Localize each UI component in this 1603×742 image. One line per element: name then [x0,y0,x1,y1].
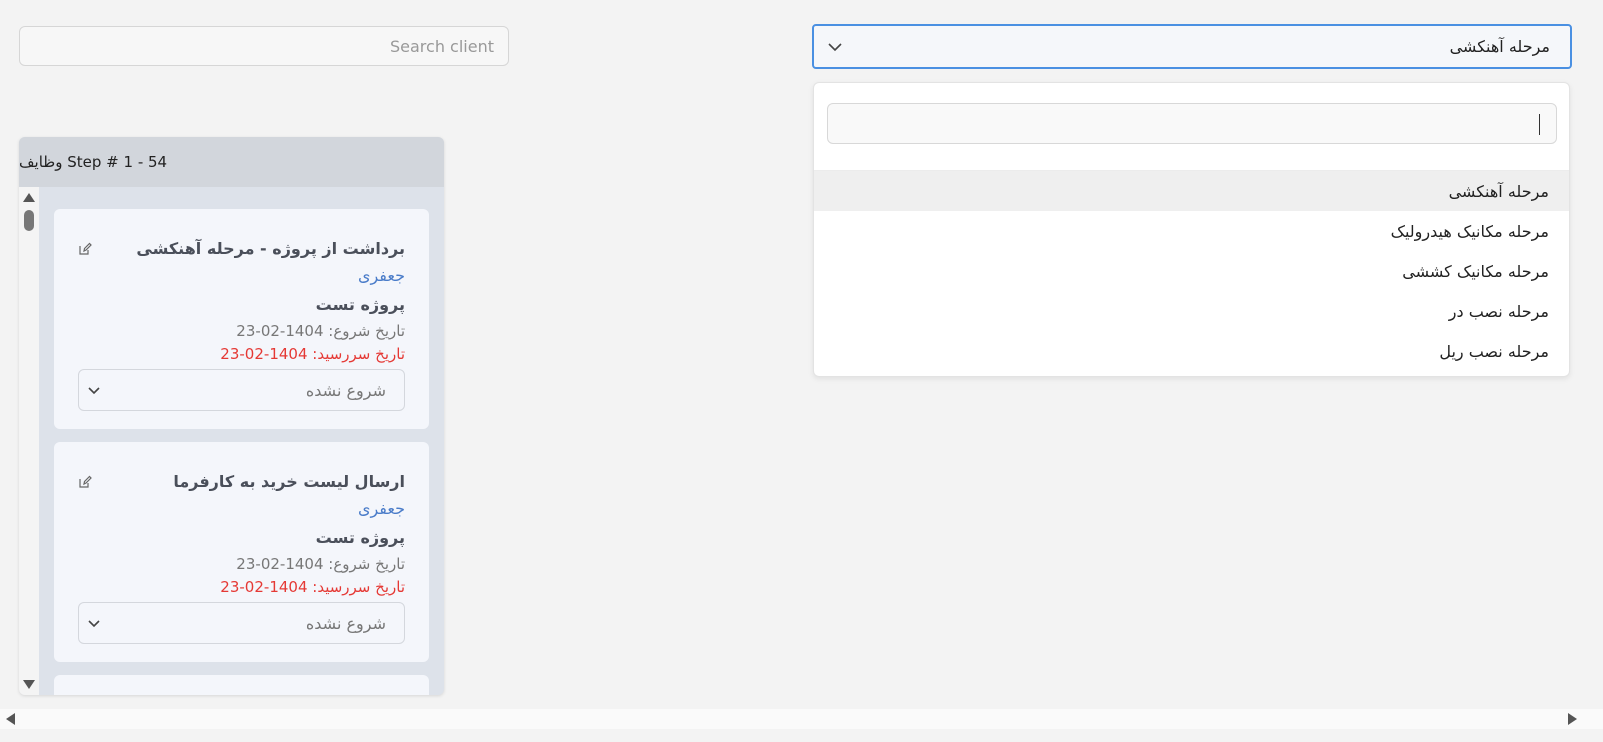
task-assignee[interactable]: جعفری [358,499,405,518]
task-card: ارسال لیست خرید به کارفرما جعفری پروژه ت… [54,442,429,662]
task-project: پروژه تست [315,295,405,314]
task-status-select[interactable]: شروع نشده [78,602,405,644]
task-title[interactable]: برداشت از پروژه - مرحله آهنکشی [136,239,405,258]
dropdown-search-area [814,83,1569,171]
stage-dropdown: مرحله آهنکشی مرحله مکانیک هیدرولیک مرحله… [813,82,1570,377]
dropdown-option[interactable]: مرحله آهنکشی [814,171,1569,211]
task-status-value: شروع نشده [305,380,386,400]
task-start-date: تاریخ شروع: 1404-02-23 [236,555,405,573]
task-status-select[interactable]: شروع نشده [78,369,405,411]
search-client-input[interactable]: Search client [19,26,509,66]
scroll-down-icon[interactable] [23,680,35,689]
task-status-value: شروع نشده [305,613,386,633]
panel-header: 54 - Step # 1 وظایف [19,137,444,187]
scroll-thumb[interactable] [24,210,34,231]
horizontal-scrollbar[interactable] [0,709,1603,729]
dropdown-search-input[interactable] [827,103,1557,144]
chevron-down-icon [87,383,101,397]
scroll-left-icon[interactable] [6,713,15,725]
text-caret [1539,114,1540,135]
task-card [54,675,429,695]
dropdown-option[interactable]: مرحله مکانیک کششی [814,251,1569,291]
vertical-scrollbar[interactable] [19,187,39,695]
dropdown-option[interactable]: مرحله نصب ریل [814,331,1569,371]
task-card: برداشت از پروژه - مرحله آهنکشی جعفری پرو… [54,209,429,429]
task-due-date: تاریخ سررسید: 1404-02-23 [220,345,405,363]
dropdown-option[interactable]: مرحله مکانیک هیدرولیک [814,211,1569,251]
task-project: پروژه تست [315,528,405,547]
tasks-panel: 54 - Step # 1 وظایف برداشت از پروژه - مر… [19,137,444,695]
dropdown-option[interactable]: مرحله نصب در [814,291,1569,331]
task-assignee[interactable]: جعفری [358,266,405,285]
chevron-down-icon [828,40,842,54]
task-start-date: تاریخ شروع: 1404-02-23 [236,322,405,340]
scroll-right-icon[interactable] [1568,713,1577,725]
edit-icon[interactable] [78,241,92,255]
task-title[interactable]: ارسال لیست خرید به کارفرما [173,472,405,491]
scroll-up-icon[interactable] [23,193,35,202]
task-due-date: تاریخ سررسید: 1404-02-23 [220,578,405,596]
chevron-down-icon [87,616,101,630]
stage-select[interactable]: مرحله آهنکشی [812,24,1572,69]
stage-select-value: مرحله آهنکشی [1449,37,1550,56]
edit-icon[interactable] [78,474,92,488]
